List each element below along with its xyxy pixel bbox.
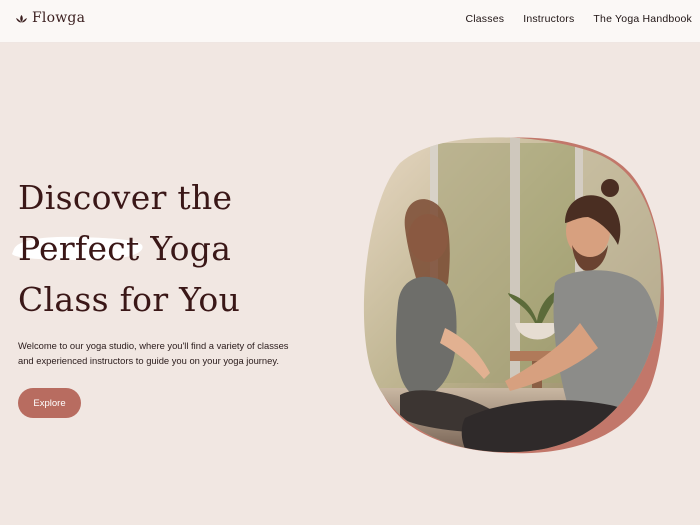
hero-title-line-2: Perfect Yoga [12,223,338,274]
brand-name: Flowga [32,10,86,26]
hero-image [360,133,670,458]
hero-title: Discover the Perfect Yoga Class for You [12,172,338,325]
hero-description-line-2: and experienced instructors to guide you… [18,355,279,366]
site-header: Flowga Classes Instructors The Yoga Hand… [0,0,700,43]
nav-link-classes[interactable]: Classes [465,13,504,25]
lotus-icon [15,12,28,24]
hero-title-line-3: Class for You [18,280,241,319]
main-nav: Classes Instructors The Yoga Handbook [465,13,692,25]
nav-link-instructors[interactable]: Instructors [523,13,574,25]
hero-title-line-1: Discover the [18,178,233,217]
explore-button[interactable]: Explore [18,388,81,418]
hero-description: Welcome to our yoga studio, where you'll… [18,338,338,368]
hero-description-line-1: Welcome to our yoga studio, where you'll… [18,340,289,351]
nav-link-yoga-handbook[interactable]: The Yoga Handbook [593,13,692,25]
brand-logo[interactable]: Flowga [15,10,85,26]
